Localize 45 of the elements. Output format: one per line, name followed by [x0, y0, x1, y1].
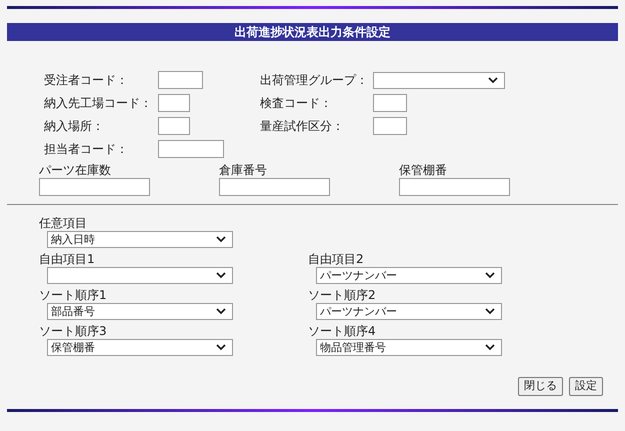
chevron-down-icon	[485, 272, 495, 279]
dropdown[interactable]: 保管棚番	[47, 339, 233, 356]
field-label: 納入場所：	[44, 118, 105, 135]
page-title: 出荷進捗状況表出力条件設定	[234, 24, 390, 41]
dropdown[interactable]	[47, 267, 233, 284]
button[interactable]: 閉じる	[518, 377, 563, 396]
field-label: ソート順序4	[308, 323, 377, 339]
input-field[interactable]	[399, 178, 510, 196]
dropdown[interactable]: パーツナンバー	[316, 303, 502, 320]
field-label: 受注者コード：	[44, 72, 129, 89]
chevron-down-icon	[216, 344, 226, 351]
field-label: 自由項目1	[39, 251, 96, 267]
dropdown[interactable]: 部品番号	[47, 303, 233, 320]
field-label: 倉庫番号	[219, 162, 268, 178]
chevron-down-icon	[488, 76, 498, 84]
field-label: 量産試作区分：	[260, 118, 345, 135]
chevron-down-icon	[485, 344, 495, 351]
field-label: 担当者コード：	[44, 141, 129, 158]
field-label: 納入先工場コード：	[44, 95, 153, 112]
field-label: 出荷管理グループ：	[260, 72, 369, 89]
chevron-down-icon	[216, 236, 226, 243]
input-field[interactable]	[39, 178, 150, 196]
chevron-down-icon	[216, 272, 226, 279]
field-label: 保管棚番	[399, 162, 448, 178]
input-field[interactable]	[158, 140, 224, 158]
field-label: ソート順序2	[308, 287, 377, 303]
chevron-down-icon	[485, 308, 495, 315]
field-label: ソート順序3	[39, 323, 108, 339]
dropdown[interactable]: 物品管理番号	[316, 339, 502, 356]
input-field[interactable]	[373, 94, 407, 112]
field-label: パーツ在庫数	[39, 162, 112, 178]
field-label: 検査コード：	[260, 95, 333, 112]
field-label: ソート順序1	[39, 287, 108, 303]
input-field[interactable]	[373, 117, 407, 135]
field-label: 自由項目2	[308, 251, 365, 267]
input-field[interactable]	[219, 178, 330, 196]
input-field[interactable]	[158, 71, 203, 89]
dropdown[interactable]: 納入日時	[47, 231, 233, 248]
dropdown[interactable]: パーツナンバー	[316, 267, 502, 284]
dropdown[interactable]	[373, 72, 505, 88]
input-field[interactable]	[158, 117, 190, 135]
field-label: 任意項目	[39, 215, 88, 231]
chevron-down-icon	[216, 308, 226, 315]
button[interactable]: 設定	[569, 377, 603, 396]
input-field[interactable]	[158, 94, 190, 112]
